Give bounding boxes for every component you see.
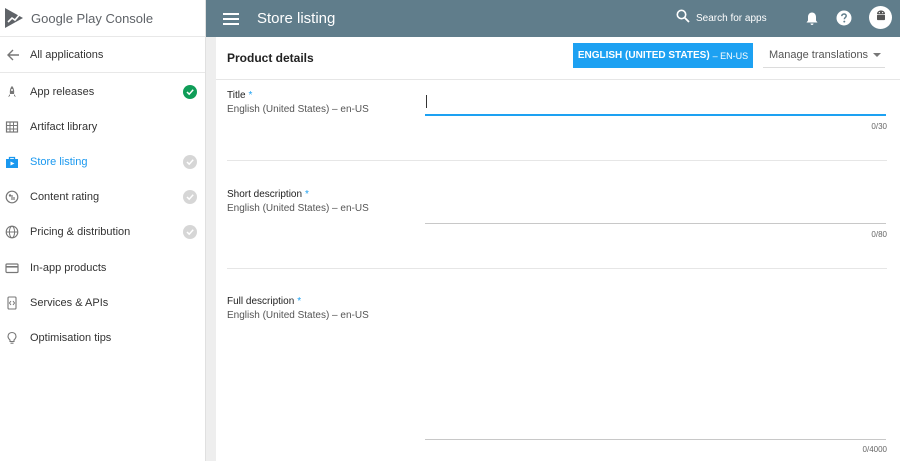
grid-icon (3, 118, 21, 136)
card-header: Product details ENGLISH (UNITED STATES) … (216, 37, 900, 80)
divider (227, 268, 887, 269)
short-description-underline (425, 223, 886, 224)
sidebar-item-pricing-distribution[interactable]: Pricing & distribution (0, 215, 205, 250)
store-icon (3, 153, 21, 171)
sidebar-item-label: Artifact library (30, 120, 98, 133)
bulb-icon (3, 329, 21, 347)
dropdown-arrow-icon (873, 53, 881, 57)
arrow-back-icon (4, 46, 22, 64)
card-title: Product details (227, 51, 314, 65)
sidebar-item-label: App releases (30, 85, 95, 98)
sidebar-item-services-apis[interactable]: Services & APIs (0, 285, 205, 320)
text-cursor (426, 95, 427, 108)
rating-icon (3, 188, 21, 206)
product-details-card: Product details ENGLISH (UNITED STATES) … (216, 37, 900, 461)
language-button[interactable]: ENGLISH (UNITED STATES) – EN-US (573, 43, 753, 68)
required-marker: * (305, 189, 309, 200)
full-description-counter: 0/4000 (862, 445, 887, 454)
sidebar-item-label: In-app products (30, 261, 107, 274)
sidebar-item-optimisation-tips[interactable]: Optimisation tips (0, 320, 205, 355)
top-bar: Store listing Search for apps (206, 0, 900, 37)
title-input[interactable] (425, 93, 886, 115)
manage-translations-label: Manage translations (769, 49, 869, 61)
sidebar-item-label: Store listing (30, 155, 88, 168)
logo-text: Google Play Console (31, 10, 154, 26)
sidebar-item-label: Optimisation tips (30, 331, 112, 344)
account-avatar[interactable] (869, 6, 892, 29)
sidebar-item-content-rating[interactable]: Content rating (0, 180, 205, 215)
all-applications-label: All applications (30, 48, 104, 61)
code-icon (3, 294, 21, 312)
sidebar: Google Play Console All applications App… (0, 0, 206, 461)
sidebar-item-label: Pricing & distribution (30, 226, 131, 239)
search-icon (676, 9, 690, 28)
sidebar-item-store-listing[interactable]: Store listing (0, 144, 205, 179)
all-applications-link[interactable]: All applications (0, 37, 205, 73)
sidebar-item-label: Content rating (30, 191, 100, 204)
globe-icon (3, 223, 21, 241)
divider (227, 160, 887, 161)
title-input-underline (425, 114, 886, 116)
search-apps-button[interactable]: Search for apps (676, 0, 767, 37)
android-icon (874, 8, 888, 27)
full-description-underline (425, 439, 886, 440)
sidebar-item-in-app-products[interactable]: In-app products (0, 250, 205, 285)
rocket-icon (3, 83, 21, 101)
required-marker: * (248, 90, 253, 101)
short-description-counter: 0/80 (871, 230, 887, 239)
short-description-input[interactable] (425, 199, 886, 223)
complete-check-icon (183, 84, 197, 99)
menu-icon[interactable] (223, 12, 239, 25)
card-icon (3, 259, 21, 277)
search-label: Search for apps (696, 13, 767, 24)
language-label: ENGLISH (UNITED STATES) (577, 50, 710, 61)
play-console-logo-icon (4, 7, 24, 29)
sidebar-item-artifact-library[interactable]: Artifact library (0, 109, 205, 144)
language-code: – EN-US (712, 50, 749, 61)
required-marker: * (297, 296, 302, 307)
help-icon[interactable] (835, 9, 853, 27)
logo[interactable]: Google Play Console (0, 0, 205, 37)
full-description-input[interactable] (425, 299, 886, 439)
sidebar-item-label: Services & APIs (30, 296, 109, 309)
page-title: Store listing (257, 10, 336, 27)
pending-check-icon (183, 190, 197, 205)
manage-translations-dropdown[interactable]: Manage translations (763, 43, 885, 68)
pending-check-icon (183, 154, 197, 169)
title-counter: 0/30 (871, 122, 887, 131)
pending-check-icon (183, 225, 197, 240)
sidebar-item-app-releases[interactable]: App releases (0, 74, 205, 109)
notifications-bell-icon[interactable] (803, 9, 821, 27)
